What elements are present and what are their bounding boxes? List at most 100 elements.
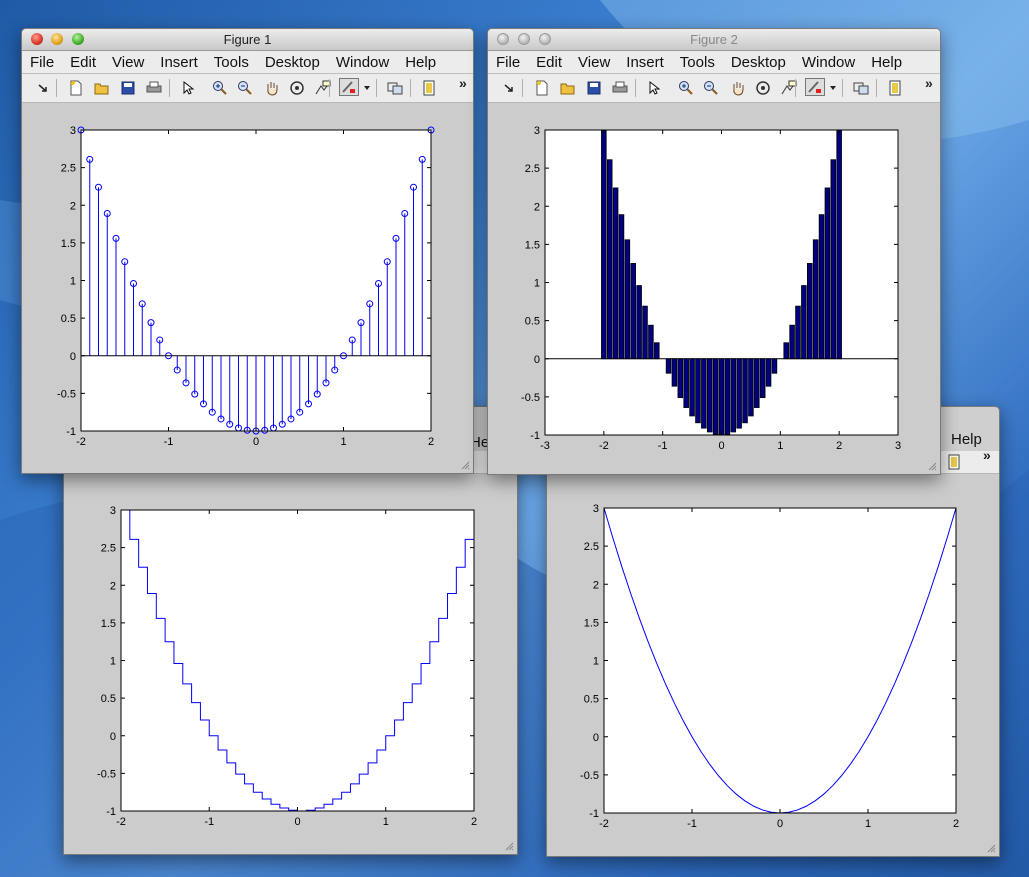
menu-insert[interactable]: Insert (160, 54, 198, 71)
bar (748, 358, 754, 417)
y-tick-label: 2.5 (584, 541, 599, 553)
toolbar-separator (522, 79, 523, 97)
brush-icon[interactable] (804, 78, 826, 96)
toolbar-overflow-icon[interactable]: » (983, 447, 991, 463)
figure-1-area: -2 -1 0 1 2 -1 -0.5 0 0.5 1 1.5 2 2.5 3 (22, 103, 473, 473)
resize-grip-icon[interactable] (460, 460, 470, 470)
menu-help[interactable]: Help (405, 54, 436, 71)
bar (836, 129, 842, 360)
colorbar-icon[interactable] (886, 79, 904, 97)
pan-hand-icon[interactable] (729, 79, 747, 97)
y-tick-label: 1.5 (101, 618, 116, 630)
menu-insert[interactable]: Insert (626, 54, 664, 71)
bar (601, 129, 607, 360)
link-plot-icon[interactable] (852, 79, 870, 97)
menu-window[interactable]: Window (802, 54, 855, 71)
bar (795, 305, 801, 360)
menu-help[interactable]: Help (871, 54, 902, 71)
pointer-icon[interactable] (645, 79, 663, 97)
link-plot-icon[interactable] (386, 79, 404, 97)
bar (665, 358, 672, 374)
x-tick-label: -1 (658, 440, 668, 452)
y-tick-label: 0 (70, 351, 76, 363)
x-tick-label: 2 (428, 436, 434, 448)
colorbar-icon[interactable] (945, 453, 963, 471)
menu-desktop[interactable]: Desktop (265, 54, 320, 71)
menu-file[interactable]: File (30, 54, 54, 71)
window-title: Figure 2 (690, 32, 738, 47)
open-file-icon[interactable] (93, 79, 111, 97)
menu-view[interactable]: View (112, 54, 144, 71)
brush-icon[interactable] (338, 78, 360, 96)
bar (771, 358, 778, 374)
menu-desktop[interactable]: Desktop (731, 54, 786, 71)
rotate-3d-icon[interactable] (754, 79, 772, 97)
brush-dropdown-icon[interactable] (829, 79, 837, 97)
zoom-in-icon[interactable] (211, 79, 229, 97)
save-icon[interactable] (119, 79, 137, 97)
zoom-out-icon[interactable] (702, 79, 720, 97)
resize-grip-icon[interactable] (927, 461, 937, 471)
y-tick-label: 1.5 (525, 239, 540, 251)
x-tick-label: 1 (777, 440, 783, 452)
save-icon[interactable] (585, 79, 603, 97)
open-file-icon[interactable] (559, 79, 577, 97)
bar (718, 358, 725, 436)
bar (689, 358, 695, 417)
print-icon[interactable] (611, 79, 629, 97)
x-tick-label: 2 (836, 440, 842, 452)
y-tick-label: 1.5 (584, 617, 599, 629)
toolbar-separator (635, 79, 636, 97)
bar (830, 159, 837, 360)
new-figure-icon[interactable] (67, 79, 85, 97)
zoom-in-icon[interactable] (677, 79, 695, 97)
figure-2-titlebar[interactable]: Figure 2 (488, 29, 940, 51)
pan-hand-icon[interactable] (263, 79, 281, 97)
dock-arrow-icon[interactable] (34, 79, 52, 97)
figure-1-titlebar[interactable]: Figure 1 (22, 29, 473, 51)
menu-help[interactable]: Help (951, 431, 982, 448)
bar (624, 239, 631, 360)
bar (806, 263, 813, 360)
menu-window[interactable]: Window (336, 54, 389, 71)
x-tick-label: -1 (687, 818, 697, 830)
x-tick-label: -2 (76, 436, 86, 448)
toolbar-overflow-icon[interactable]: » (925, 75, 933, 91)
zoom-out-icon[interactable] (236, 79, 254, 97)
y-tick-label: 0 (110, 731, 116, 743)
pointer-icon[interactable] (179, 79, 197, 97)
bar (671, 358, 678, 387)
menu-file[interactable]: File (496, 54, 520, 71)
brush-dropdown-icon[interactable] (363, 79, 371, 97)
x-tick-label: 0 (253, 436, 259, 448)
x-tick-label: -2 (599, 440, 609, 452)
x-tick-label: -1 (204, 816, 214, 828)
y-tick-label: -0.5 (521, 392, 540, 404)
bar (642, 305, 648, 360)
y-tick-label: 1 (70, 276, 76, 288)
print-icon[interactable] (145, 79, 163, 97)
y-tick-label: 1 (534, 278, 540, 290)
x-tick-label: -1 (164, 436, 174, 448)
menu-tools[interactable]: Tools (214, 54, 249, 71)
menu-edit[interactable]: Edit (70, 54, 96, 71)
bar (754, 358, 760, 408)
menu-edit[interactable]: Edit (536, 54, 562, 71)
menu-view[interactable]: View (578, 54, 610, 71)
dock-arrow-icon[interactable] (500, 79, 518, 97)
toolbar-overflow-icon[interactable]: » (459, 75, 467, 91)
toolbar-separator (795, 79, 796, 97)
x-tick-label: -2 (116, 816, 126, 828)
resize-grip-icon[interactable] (504, 841, 514, 851)
bar (654, 342, 660, 360)
bar (824, 187, 831, 360)
colorbar-icon[interactable] (420, 79, 438, 97)
bar (630, 263, 637, 360)
menu-tools[interactable]: Tools (680, 54, 715, 71)
resize-grip-icon[interactable] (986, 843, 996, 853)
x-tick-label: 0 (777, 818, 783, 830)
bar (812, 239, 819, 360)
rotate-3d-icon[interactable] (288, 79, 306, 97)
y-tick-label: 3 (593, 503, 599, 515)
new-figure-icon[interactable] (533, 79, 551, 97)
